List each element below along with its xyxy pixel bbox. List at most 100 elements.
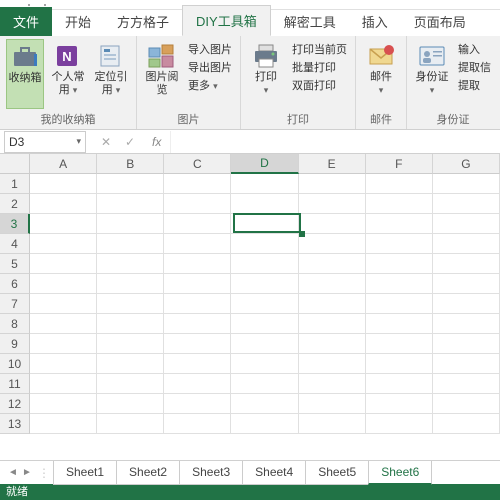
cell-C7[interactable] [164, 294, 231, 314]
cell-F3[interactable] [366, 214, 433, 234]
import-image-button[interactable]: 导入图片 [186, 41, 234, 59]
personal-button[interactable]: N 个人常用 ▾ [49, 39, 87, 109]
sheet-tab-Sheet5[interactable]: Sheet5 [305, 461, 369, 485]
cell-B13[interactable] [97, 414, 164, 434]
cell-G3[interactable] [433, 214, 500, 234]
cell-E12[interactable] [299, 394, 366, 414]
cell-G9[interactable] [433, 334, 500, 354]
cell-E10[interactable] [299, 354, 366, 374]
cell-E7[interactable] [299, 294, 366, 314]
cell-D7[interactable] [231, 294, 298, 314]
extract-info-button[interactable]: 提取信 [456, 59, 493, 77]
sheet-nav-prev[interactable]: ◄ [6, 467, 20, 478]
cell-C1[interactable] [164, 174, 231, 194]
batch-print-button[interactable]: 批量打印 [290, 59, 349, 77]
tab-diy-toolbox[interactable]: DIY工具箱 [182, 5, 271, 36]
cell-D1[interactable] [231, 174, 298, 194]
row-header-6[interactable]: 6 [0, 274, 30, 294]
cell-G2[interactable] [433, 194, 500, 214]
print-button[interactable]: 打印▾ [247, 39, 285, 109]
tab-file[interactable]: 文件 [0, 7, 52, 36]
cell-D4[interactable] [231, 234, 298, 254]
cell-G8[interactable] [433, 314, 500, 334]
name-box[interactable]: D3 ▾ [4, 131, 86, 153]
cell-C5[interactable] [164, 254, 231, 274]
cell-C2[interactable] [164, 194, 231, 214]
cell-D9[interactable] [231, 334, 298, 354]
row-headers[interactable]: 12345678910111213 [0, 174, 30, 434]
row-header-12[interactable]: 12 [0, 394, 30, 414]
row-header-10[interactable]: 10 [0, 354, 30, 374]
cell-F10[interactable] [366, 354, 433, 374]
cell-C12[interactable] [164, 394, 231, 414]
cell-D6[interactable] [231, 274, 298, 294]
column-headers[interactable]: ABCDEFG [30, 154, 500, 174]
cell-F11[interactable] [366, 374, 433, 394]
spreadsheet-grid[interactable]: ABCDEFG 12345678910111213 [0, 154, 500, 460]
extract-button[interactable]: 提取 [456, 77, 493, 95]
more-button[interactable]: 更多 ▾ [186, 77, 234, 95]
export-image-button[interactable]: 导出图片 [186, 59, 234, 77]
cell-G7[interactable] [433, 294, 500, 314]
sheet-tab-Sheet4[interactable]: Sheet4 [242, 461, 306, 485]
cell-C10[interactable] [164, 354, 231, 374]
cell-F5[interactable] [366, 254, 433, 274]
col-header-D[interactable]: D [231, 154, 298, 174]
cell-F9[interactable] [366, 334, 433, 354]
row-header-8[interactable]: 8 [0, 314, 30, 334]
cell-E8[interactable] [299, 314, 366, 334]
cell-C13[interactable] [164, 414, 231, 434]
cell-D12[interactable] [231, 394, 298, 414]
print-current-button[interactable]: 打印当前页 [290, 41, 349, 59]
fill-handle[interactable] [299, 231, 305, 237]
cell-G6[interactable] [433, 274, 500, 294]
cell-F7[interactable] [366, 294, 433, 314]
cell-F4[interactable] [366, 234, 433, 254]
cell-A5[interactable] [30, 254, 97, 274]
cell-A7[interactable] [30, 294, 97, 314]
cell-D5[interactable] [231, 254, 298, 274]
cell-B8[interactable] [97, 314, 164, 334]
select-all-corner[interactable] [0, 154, 30, 174]
cell-B4[interactable] [97, 234, 164, 254]
cell-C11[interactable] [164, 374, 231, 394]
cell-G13[interactable] [433, 414, 500, 434]
cell-A12[interactable] [30, 394, 97, 414]
col-header-E[interactable]: E [299, 154, 366, 174]
cell-B2[interactable] [97, 194, 164, 214]
input-button[interactable]: 输入 [456, 41, 493, 59]
cell-A8[interactable] [30, 314, 97, 334]
row-header-7[interactable]: 7 [0, 294, 30, 314]
row-header-1[interactable]: 1 [0, 174, 30, 194]
cell-E2[interactable] [299, 194, 366, 214]
row-header-4[interactable]: 4 [0, 234, 30, 254]
row-header-5[interactable]: 5 [0, 254, 30, 274]
cell-B5[interactable] [97, 254, 164, 274]
row-header-11[interactable]: 11 [0, 374, 30, 394]
cell-A1[interactable] [30, 174, 97, 194]
cell-G11[interactable] [433, 374, 500, 394]
favorites-button[interactable]: 收纳箱 [6, 39, 44, 109]
cells-area[interactable] [30, 174, 500, 460]
cell-D13[interactable] [231, 414, 298, 434]
cell-G10[interactable] [433, 354, 500, 374]
col-header-C[interactable]: C [164, 154, 231, 174]
cell-A13[interactable] [30, 414, 97, 434]
cell-A2[interactable] [30, 194, 97, 214]
row-header-3[interactable]: 3 [0, 214, 30, 234]
cell-F8[interactable] [366, 314, 433, 334]
cell-C9[interactable] [164, 334, 231, 354]
tab-fanggezi[interactable]: 方方格子 [104, 7, 182, 36]
duplex-print-button[interactable]: 双面打印 [290, 77, 349, 95]
cell-F2[interactable] [366, 194, 433, 214]
row-header-13[interactable]: 13 [0, 414, 30, 434]
image-view-button[interactable]: 图片阅览 [143, 39, 181, 109]
cell-G4[interactable] [433, 234, 500, 254]
cell-C4[interactable] [164, 234, 231, 254]
cell-D3[interactable] [231, 214, 298, 234]
col-header-A[interactable]: A [30, 154, 97, 174]
cell-A6[interactable] [30, 274, 97, 294]
cell-B9[interactable] [97, 334, 164, 354]
row-header-9[interactable]: 9 [0, 334, 30, 354]
cell-B3[interactable] [97, 214, 164, 234]
